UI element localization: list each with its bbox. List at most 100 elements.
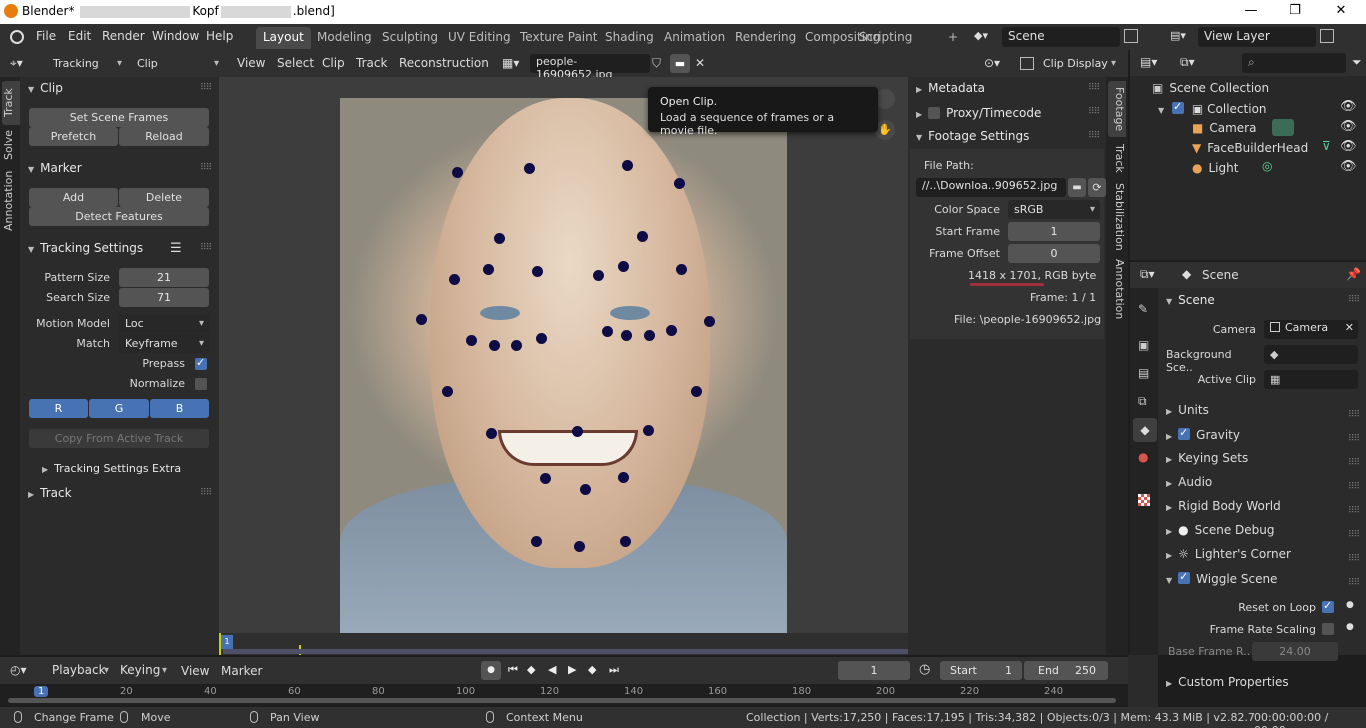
track-marker[interactable] <box>416 314 427 325</box>
tab-track[interactable]: Track <box>2 81 20 125</box>
panel-grip-icon[interactable]: ⠿⠿ <box>1348 434 1360 444</box>
tab-rendering[interactable]: Rendering <box>728 27 803 49</box>
channel-b-toggle[interactable]: B <box>150 399 209 418</box>
camera-field[interactable]: Camera ✕ <box>1264 320 1358 339</box>
tab-uv-editing[interactable]: UV Editing <box>441 27 518 49</box>
light-data-icon[interactable]: ◎ <box>1262 159 1272 173</box>
start-frame-field[interactable]: 1 <box>1008 222 1100 241</box>
eye-icon[interactable]: 👁 <box>1340 99 1357 114</box>
proxy-checkbox[interactable] <box>928 107 941 119</box>
scene-tab-icon[interactable]: ◆ <box>1133 418 1157 442</box>
pin-icon[interactable]: 📌 <box>1346 267 1361 281</box>
normalize-checkbox[interactable] <box>195 378 207 390</box>
output-tab-icon[interactable]: ▤ <box>1138 366 1149 380</box>
track-marker[interactable] <box>622 160 633 171</box>
menu-file[interactable]: File <box>36 29 56 43</box>
pan-hand-icon[interactable]: ✋ <box>875 120 895 140</box>
frame-offset-field[interactable]: 0 <box>1008 244 1100 263</box>
track-marker[interactable] <box>593 270 604 281</box>
view-layer-tab-icon[interactable]: ⧉ <box>1138 394 1147 409</box>
timeline-menu-view[interactable]: View <box>181 664 209 678</box>
scene-debug-row[interactable]: ▶ ● Scene Debug <box>1166 523 1362 543</box>
menu-render[interactable]: Render <box>102 29 145 43</box>
new-scene-icon[interactable] <box>1124 29 1138 43</box>
unlink-clip-icon[interactable]: ✕ <box>692 54 708 73</box>
custom-properties-row[interactable]: ▶ Custom Properties <box>1166 675 1362 695</box>
outliner-collection[interactable]: ▼ ▣Collection <box>1158 100 1267 116</box>
reload-button[interactable]: Reload <box>119 127 209 146</box>
tab-stabilization[interactable]: Stabilization <box>1108 181 1126 253</box>
units-row[interactable]: ▶ Units <box>1166 403 1362 423</box>
tab-shading[interactable]: Shading <box>598 27 661 49</box>
next-keyframe-icon[interactable]: ◆ <box>588 663 596 676</box>
tab-track-right[interactable]: Track <box>1108 139 1126 177</box>
match-dropdown[interactable]: Keyframe <box>119 334 209 353</box>
tab-texture-paint[interactable]: Texture Paint <box>513 27 604 49</box>
menu-help[interactable]: Help <box>206 29 233 43</box>
track-marker[interactable] <box>486 428 497 439</box>
record-icon[interactable]: ● <box>481 661 501 680</box>
background-scene-field[interactable]: ◆ <box>1264 345 1358 364</box>
clear-icon[interactable]: ✕ <box>1345 321 1354 334</box>
display-mode-icon[interactable]: ⧉▾ <box>1180 55 1195 70</box>
clip-panel-header[interactable]: ▼ Clip <box>28 81 63 95</box>
render-tab-icon[interactable]: ▣ <box>1138 338 1149 352</box>
panel-grip-icon[interactable]: ⠿⠿ <box>1348 578 1360 588</box>
new-view-layer-icon[interactable] <box>1320 29 1334 43</box>
gravity-row[interactable]: ▶Gravity <box>1166 426 1362 447</box>
timeline-menu-marker[interactable]: Marker <box>221 664 262 678</box>
gravity-checkbox[interactable] <box>1178 426 1191 440</box>
panel-grip-icon[interactable]: ⠿⠿ <box>1348 506 1360 516</box>
outliner-camera[interactable]: ■ Camera <box>1192 121 1256 135</box>
tab-layout[interactable]: Layout <box>256 27 311 49</box>
track-marker[interactable] <box>644 330 655 341</box>
eye-icon[interactable]: 👁 <box>1340 159 1357 174</box>
track-marker[interactable] <box>449 274 460 285</box>
outliner-type-icon[interactable]: ▤▾ <box>1140 55 1157 69</box>
keyframe-dot-icon[interactable]: ● <box>1346 622 1354 632</box>
track-marker[interactable] <box>620 536 631 547</box>
track-marker[interactable] <box>442 386 453 397</box>
panel-grip-icon[interactable]: ⠿⠿ <box>1088 131 1100 141</box>
track-marker[interactable] <box>674 178 685 189</box>
channel-r-toggle[interactable]: R <box>29 399 88 418</box>
track-marker[interactable] <box>572 426 583 437</box>
color-space-dropdown[interactable]: sRGB <box>1008 200 1100 219</box>
track-marker[interactable] <box>483 264 494 275</box>
view-layer-icon[interactable]: ▤▾ <box>1170 29 1194 45</box>
reload-file-icon[interactable]: ⟳ <box>1088 178 1106 197</box>
menu-edit[interactable]: Edit <box>68 29 91 43</box>
zoom-icon[interactable] <box>875 89 895 109</box>
track-marker[interactable] <box>618 261 629 272</box>
channel-g-toggle[interactable]: G <box>89 399 149 418</box>
base-frame-field[interactable]: 24.00 <box>1252 642 1338 661</box>
view-layer-field[interactable]: View Layer <box>1198 27 1316 47</box>
pivot-icon[interactable]: ⊙▾ <box>984 56 1000 70</box>
play-reverse-icon[interactable]: ◀ <box>548 663 556 676</box>
detect-features-button[interactable]: Detect Features <box>29 207 209 226</box>
menu-reconstruction[interactable]: Reconstruction <box>399 56 489 70</box>
tab-solve[interactable]: Solve <box>2 127 20 163</box>
audio-row[interactable]: ▶ Audio <box>1166 475 1362 495</box>
track-marker[interactable] <box>618 472 629 483</box>
reset-on-loop-checkbox[interactable] <box>1322 599 1334 613</box>
menu-view[interactable]: View <box>237 56 265 70</box>
set-scene-frames-button[interactable]: Set Scene Frames <box>29 108 209 127</box>
clip-browse-icon[interactable]: ▦▾ <box>502 56 519 70</box>
eye-icon[interactable]: 👁 <box>1340 119 1357 134</box>
search-size-field[interactable]: 71 <box>119 288 209 307</box>
open-clip-folder-icon[interactable]: ▬ <box>670 54 690 73</box>
track-marker[interactable] <box>691 386 702 397</box>
panel-grip-icon[interactable]: ⠿⠿ <box>1088 107 1100 117</box>
scene-name-field[interactable]: Scene <box>1002 27 1120 47</box>
current-frame-field[interactable]: 1 <box>838 661 910 680</box>
file-path-field[interactable]: //..\Downloa..909652.jpg <box>916 178 1066 197</box>
panel-grip-icon[interactable]: ⠿⠿ <box>1088 83 1100 93</box>
collection-checkbox[interactable] <box>1171 100 1184 114</box>
panel-grip-icon[interactable]: ⠿⠿ <box>200 488 212 498</box>
prepass-checkbox[interactable] <box>195 356 207 370</box>
jump-end-icon[interactable]: ⏭ <box>609 663 619 677</box>
add-marker-button[interactable]: Add <box>29 188 118 207</box>
tab-animation[interactable]: Animation <box>657 27 732 49</box>
motion-model-dropdown[interactable]: Loc <box>119 314 209 333</box>
